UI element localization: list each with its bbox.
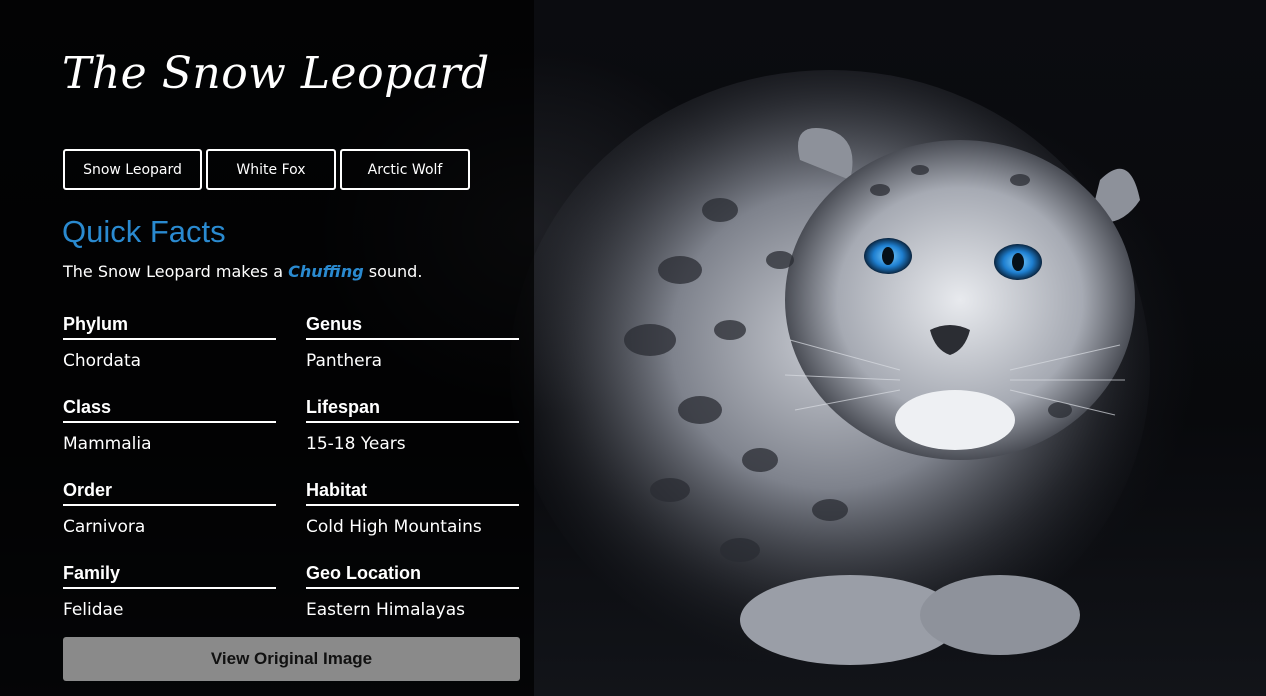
fact-value: Cold High Mountains — [306, 517, 482, 537]
sound-word: Chuffing — [288, 262, 364, 281]
fact-geo-location: Geo Location Eastern Himalayas — [306, 563, 519, 620]
fact-value: Felidae — [63, 600, 124, 620]
fact-label: Class — [63, 397, 276, 423]
animal-tabs: Snow Leopard White Fox Arctic Wolf — [63, 149, 470, 190]
fact-value: Chordata — [63, 351, 142, 371]
fact-value: 15-18 Years — [306, 434, 406, 454]
fact-label: Geo Location — [306, 563, 519, 589]
fact-phylum: Phylum Chordata — [63, 314, 276, 371]
page-title: The Snow Leopard — [62, 48, 490, 99]
fact-label: Phylum — [63, 314, 276, 340]
fact-label: Habitat — [306, 480, 519, 506]
fact-value: Carnivora — [63, 517, 146, 537]
fact-class: Class Mammalia — [63, 397, 276, 454]
fact-genus: Genus Panthera — [306, 314, 519, 371]
snow-leopard-image — [510, 70, 1150, 670]
fact-value: Eastern Himalayas — [306, 600, 465, 620]
fact-value: Mammalia — [63, 434, 152, 454]
tab-snow-leopard[interactable]: Snow Leopard — [63, 149, 202, 190]
quick-facts-heading: Quick Facts — [62, 214, 226, 249]
tab-arctic-wolf[interactable]: Arctic Wolf — [340, 149, 470, 190]
view-original-image-button[interactable]: View Original Image — [63, 637, 520, 681]
fact-value: Panthera — [306, 351, 382, 371]
sound-sentence: The Snow Leopard makes a Chuffing sound. — [63, 262, 422, 281]
fact-label: Family — [63, 563, 276, 589]
sound-suffix: sound. — [363, 262, 423, 281]
fact-label: Lifespan — [306, 397, 519, 423]
fact-label: Order — [63, 480, 276, 506]
fact-lifespan: Lifespan 15-18 Years — [306, 397, 519, 454]
fact-family: Family Felidae — [63, 563, 276, 620]
info-panel: The Snow Leopard Snow Leopard White Fox … — [0, 0, 534, 696]
fact-label: Genus — [306, 314, 519, 340]
fact-order: Order Carnivora — [63, 480, 276, 537]
fact-habitat: Habitat Cold High Mountains — [306, 480, 519, 537]
sound-prefix: The Snow Leopard makes a — [63, 262, 289, 281]
tab-white-fox[interactable]: White Fox — [206, 149, 336, 190]
